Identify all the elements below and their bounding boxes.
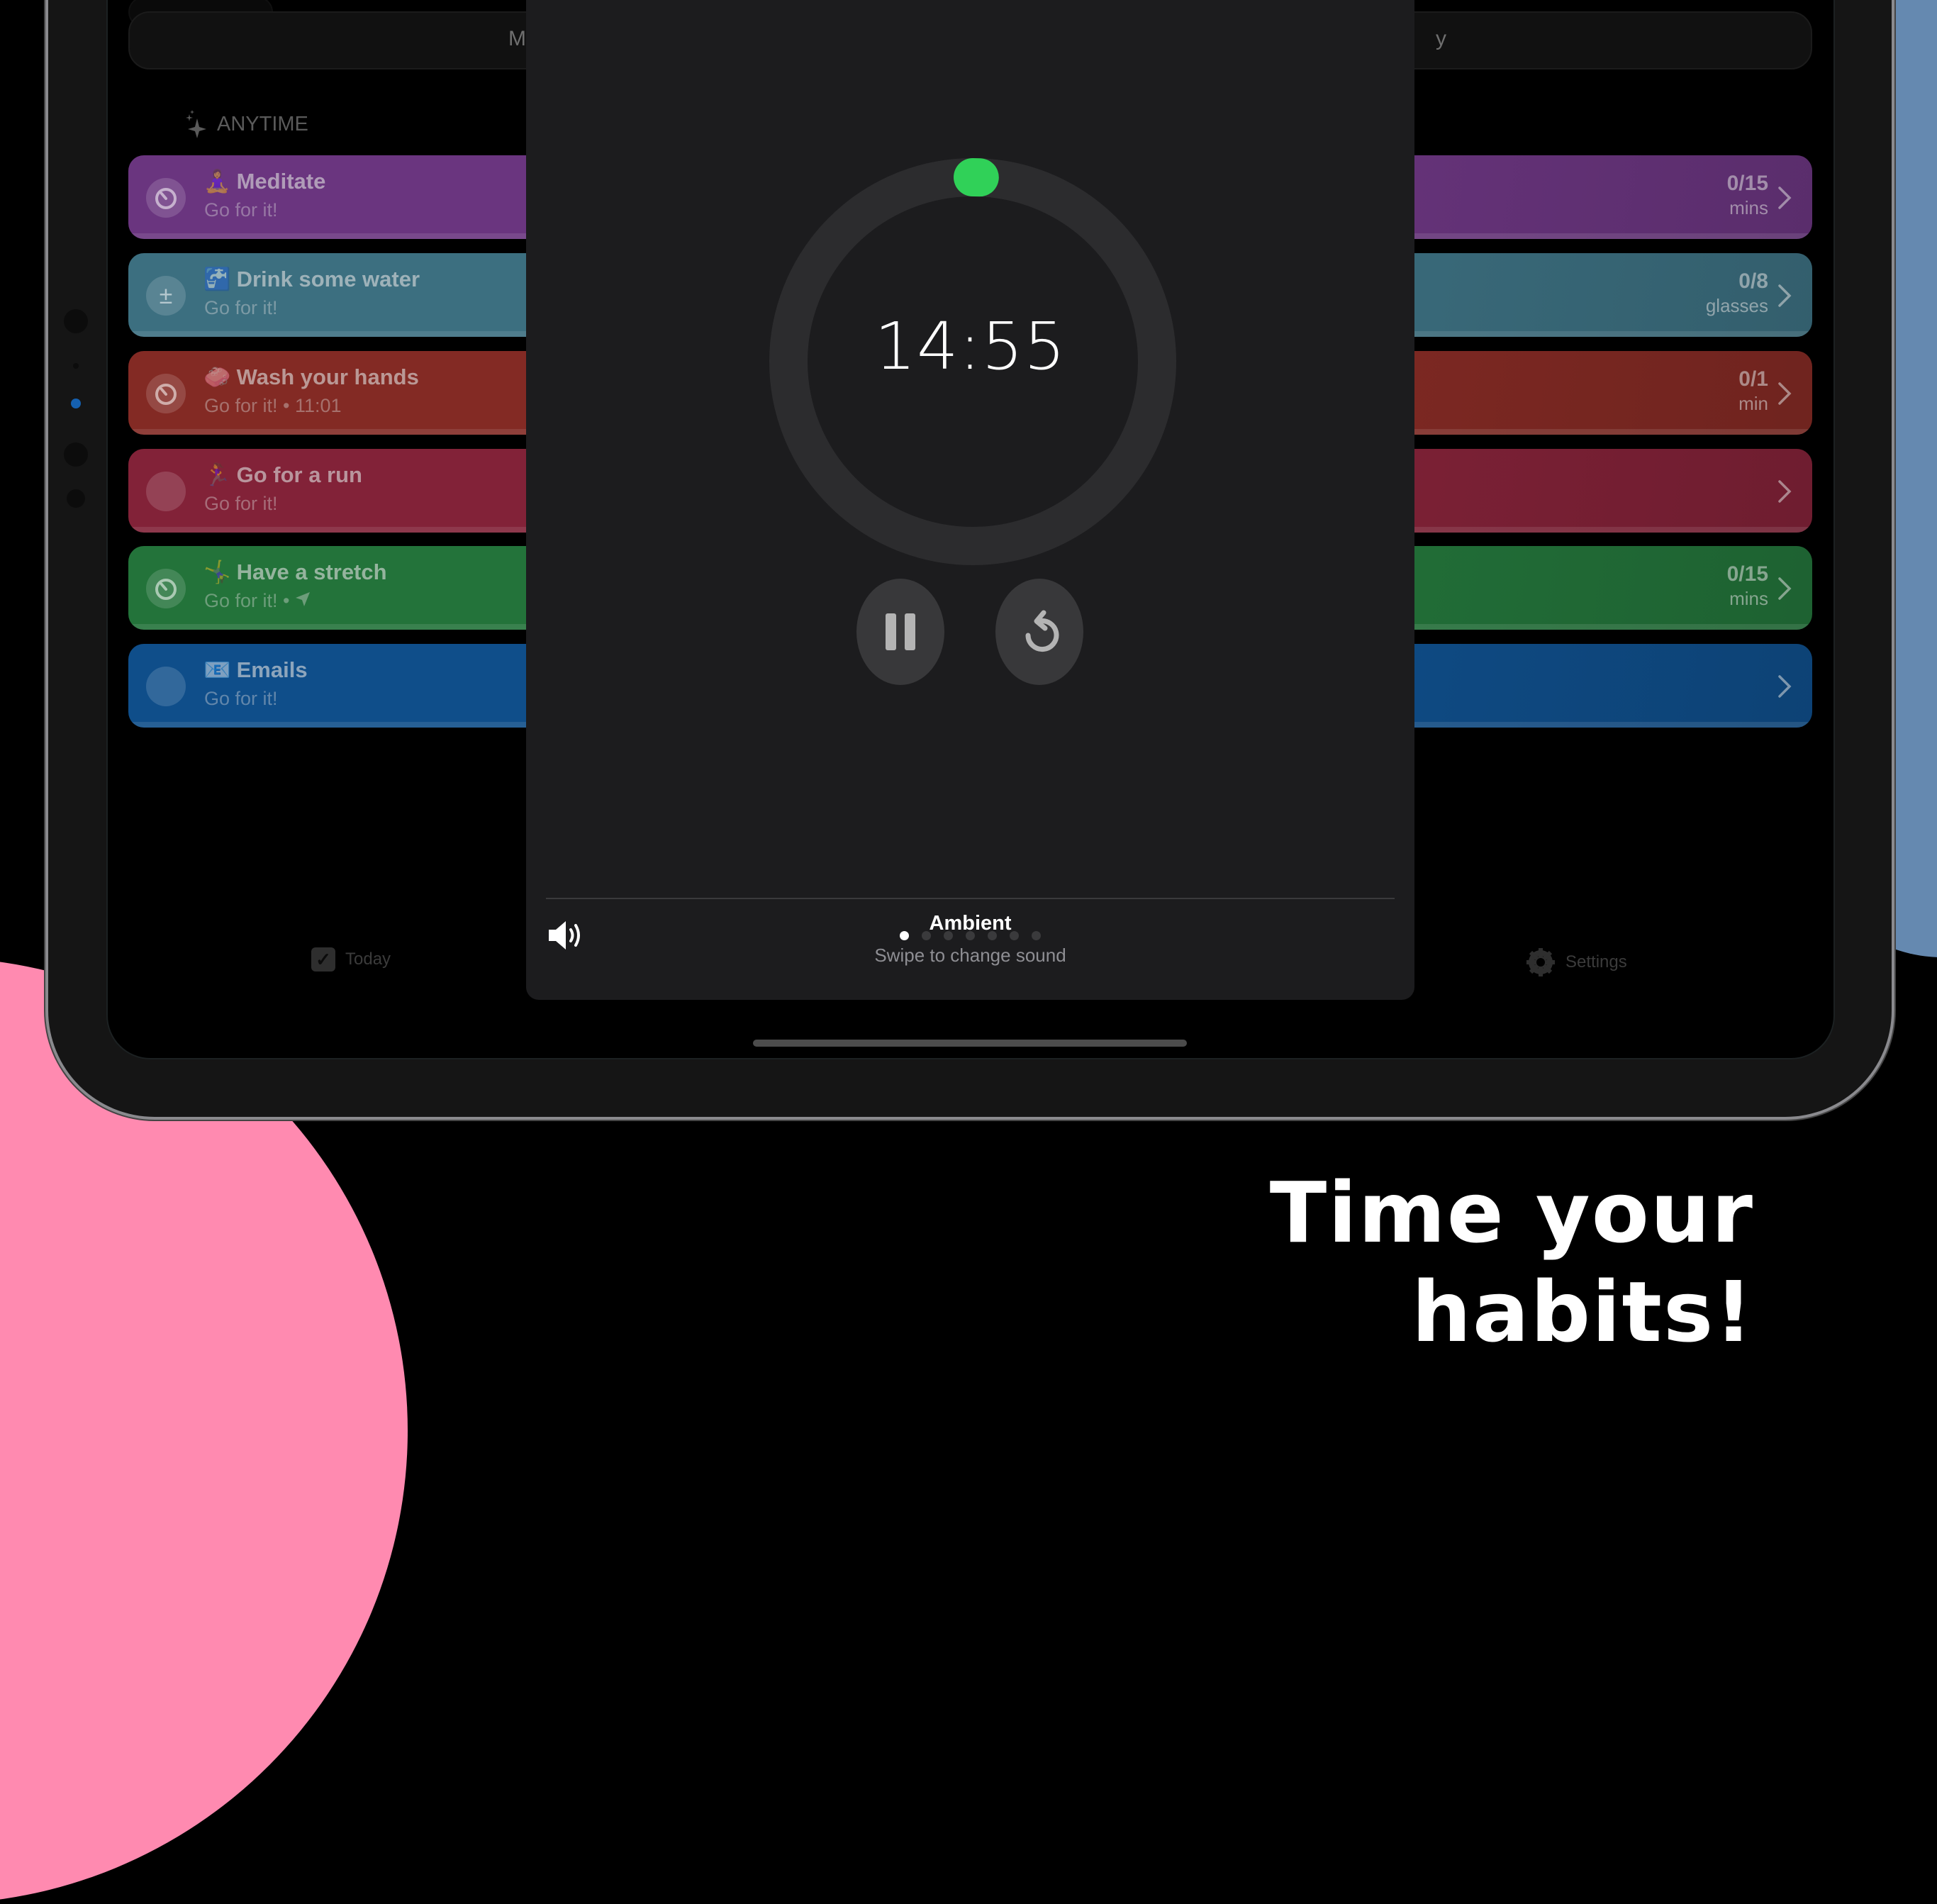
habit-action-button[interactable] [146,667,186,706]
habit-action-button[interactable] [146,374,186,413]
habit-emoji: 🧘‍♀️ [203,169,231,194]
sound-hint: Swipe to change sound [526,945,1414,967]
page-dot[interactable] [944,931,953,940]
habit-title: Wash your hands [237,364,419,389]
habit-emoji: 🤸‍♀️ [203,559,231,584]
sensor-dot [73,363,79,369]
habit-title: Emails [237,657,308,682]
pause-button[interactable] [856,579,944,685]
habit-count: 0/1 [1738,367,1768,392]
sensor-dot [67,489,85,508]
timer-icon [153,576,179,601]
restart-icon [1018,608,1061,655]
segment-label-left[interactable]: M [508,27,526,51]
page-dot[interactable] [988,931,997,940]
divider [546,898,1395,899]
habit-emoji: 🧼 [203,364,231,389]
habit-title: Meditate [237,169,326,194]
tagline: Time your habits! [1270,1163,1754,1362]
tab-settings[interactable]: Settings [1526,947,1627,977]
page-dot[interactable] [1032,931,1041,940]
checkbox-icon: ✓ [311,947,335,972]
section-header: ANYTIME [183,110,308,138]
section-label: ANYTIME [217,113,308,136]
timer-icon [153,381,179,406]
chevron-right-icon [1771,280,1797,311]
sensor-dot [64,309,88,333]
habit-progress: 0/1min [1738,367,1768,415]
location-arrow-icon [295,591,311,607]
habit-count: 0/15 [1727,562,1768,587]
chevron-right-icon [1771,476,1797,507]
page-dot[interactable] [900,931,909,940]
habit-subtitle: Go for it! [204,297,278,318]
chevron-right-icon [1771,573,1797,604]
habit-unit: glasses [1706,294,1768,317]
restart-button[interactable] [995,579,1083,685]
habit-action-button[interactable] [146,178,186,218]
habit-title: Go for a run [237,462,362,487]
front-camera [71,399,81,408]
page-dot[interactable] [1010,931,1019,940]
home-indicator[interactable] [753,1040,1187,1047]
tagline-line-2: habits! [1270,1262,1754,1362]
habit-action-button[interactable] [146,472,186,511]
sensor-dot [64,442,88,467]
timer-icon [153,185,179,211]
habit-progress: 0/8glasses [1706,269,1768,317]
pause-icon [884,613,917,650]
segment-label-right[interactable]: y [1436,27,1446,51]
habit-action-button[interactable]: ± [146,276,186,316]
sparkles-icon [183,110,207,138]
habit-title: Drink some water [237,267,420,291]
habit-count: 0/8 [1706,269,1768,294]
gear-icon [1526,947,1556,977]
habit-subtitle: Go for it! [204,199,278,221]
chevron-right-icon [1771,671,1797,702]
habit-unit: mins [1727,196,1768,219]
habit-title: Have a stretch [237,559,387,584]
timer-display: 14:55 [526,308,1414,384]
chevron-right-icon [1771,378,1797,409]
habit-unit: mins [1727,587,1768,610]
chevron-right-icon [1771,182,1797,213]
habit-count: 0/15 [1727,171,1768,196]
habit-action-button[interactable] [146,569,186,608]
timer-sheet: 14:55 Ambient Swipe to change sound [526,0,1414,1000]
tab-today[interactable]: ✓Today [311,947,391,972]
sound-page-indicator[interactable] [526,931,1414,940]
tagline-line-1: Time your [1270,1163,1754,1262]
page-dot[interactable] [966,931,975,940]
habit-progress: 0/15mins [1727,171,1768,219]
habit-subtitle: Go for it! • [204,590,290,611]
habit-subtitle: Go for it! [204,688,278,709]
habit-emoji: 🏃‍♀️ [203,462,231,487]
habit-unit: min [1738,392,1768,415]
page-dot[interactable] [922,931,931,940]
habit-subtitle: Go for it! [204,493,278,514]
habit-progress: 0/15mins [1727,562,1768,610]
habit-subtitle: Go for it! • 11:01 [204,395,342,416]
habit-emoji: 📧 [203,657,231,682]
plus-minus-icon: ± [160,282,173,310]
habit-emoji: 🚰 [203,267,231,291]
